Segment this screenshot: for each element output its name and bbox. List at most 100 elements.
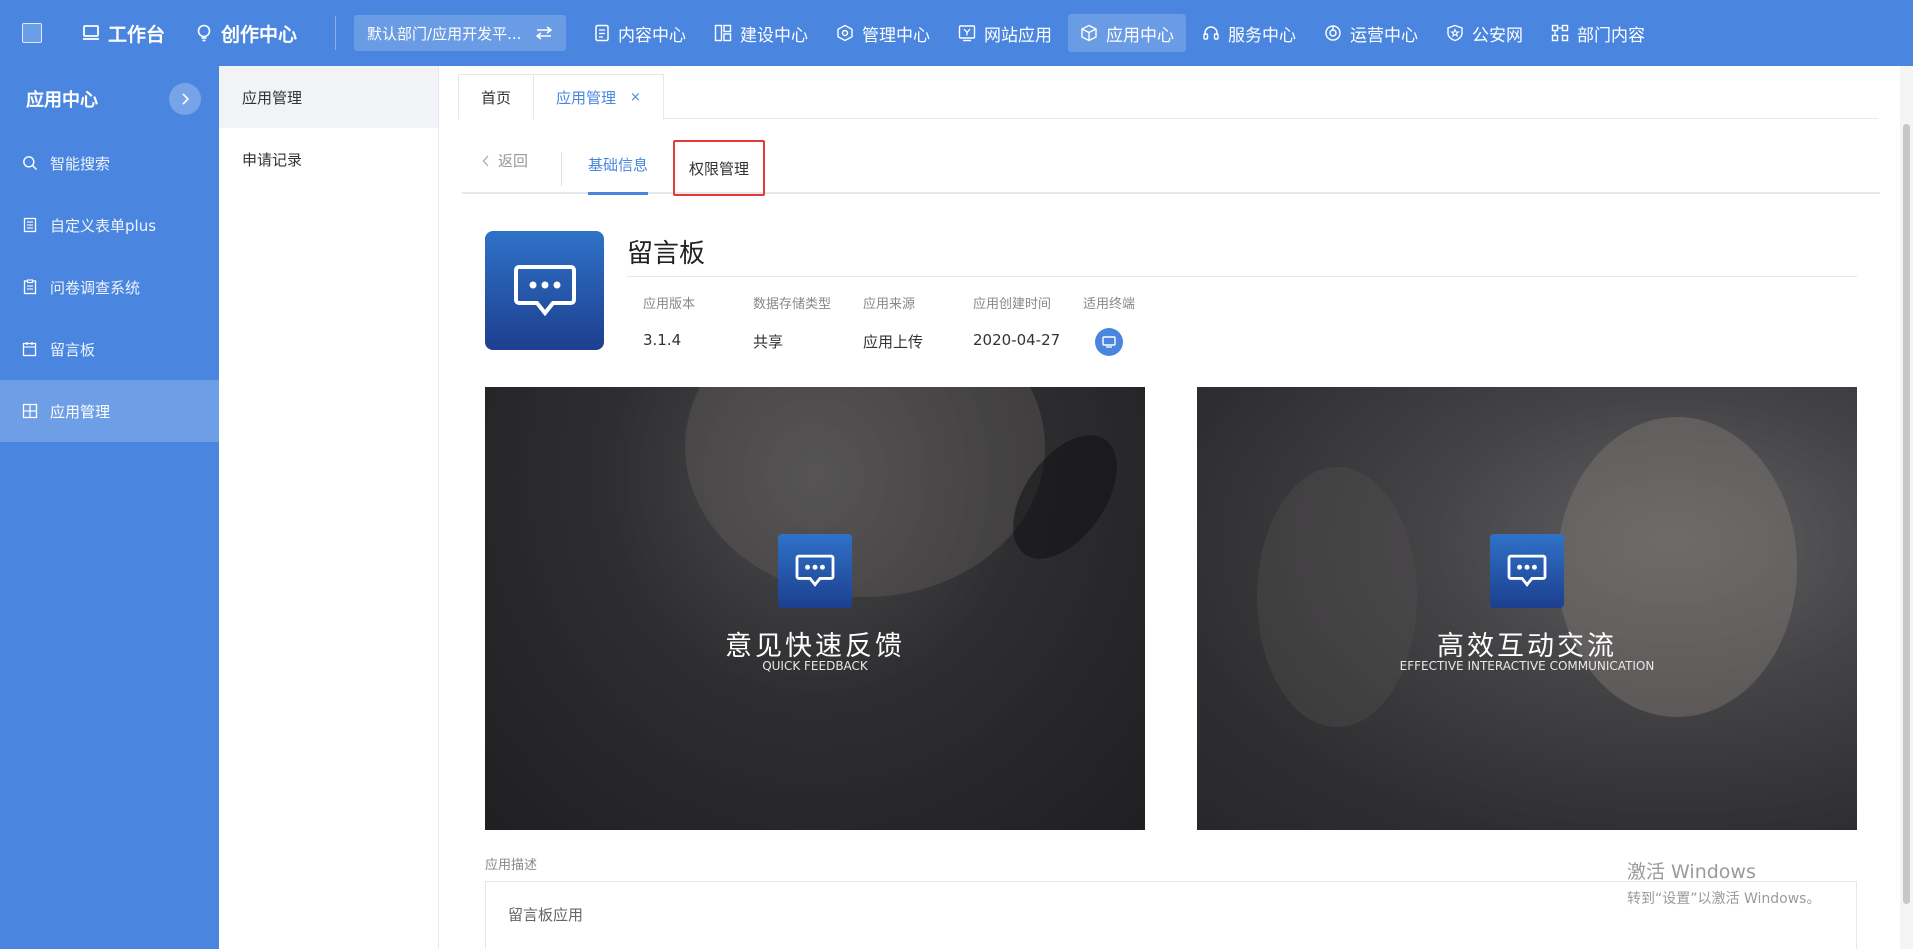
meta-value-source: 应用上传 xyxy=(863,333,924,351)
document-icon xyxy=(595,24,609,42)
subnav-application-records[interactable]: 申请记录 xyxy=(219,128,438,190)
meta-label-created: 应用创建时间 xyxy=(973,297,1052,312)
nav-department-content[interactable]: 部门内容 xyxy=(1539,14,1657,52)
chevron-right-icon xyxy=(182,93,190,105)
nav-app-center[interactable]: 应用中心 xyxy=(1068,14,1187,52)
secondary-sidebar: 应用管理 申请记录 xyxy=(219,66,439,949)
nav-label: 服务中心 xyxy=(1228,25,1297,46)
top-navigation-bar: 工作台 创作中心 默认部门/应用开发平... 内容中心 建设中心 管理中心 网站… xyxy=(0,0,1913,66)
operation-icon xyxy=(1325,25,1341,41)
banner-overlay xyxy=(485,387,1145,830)
creation-center-button[interactable]: 创作中心 xyxy=(195,20,297,47)
feature-banner-feedback: 意见快速反馈 QUICK FEEDBACK xyxy=(485,387,1145,830)
tab-app-management[interactable]: 应用管理 × xyxy=(534,74,664,120)
nav-label: 运营中心 xyxy=(1350,25,1419,46)
watermark-line2: 转到“设置”以激活 Windows。 xyxy=(1627,891,1821,907)
shield-star-icon xyxy=(1447,24,1463,42)
form-icon xyxy=(23,217,37,233)
windows-activation-watermark: 激活 Windows 转到“设置”以激活 Windows。 xyxy=(1627,857,1820,908)
sidebar-item-label: 问卷调查系统 xyxy=(50,278,141,297)
layout-icon xyxy=(714,24,732,42)
meta-value-version: 3.1.4 xyxy=(643,331,682,349)
nav-label: 公安网 xyxy=(1472,25,1524,46)
search-icon xyxy=(23,156,37,170)
nav-label: 应用中心 xyxy=(1106,25,1175,46)
app-name-underline xyxy=(627,276,1857,277)
banner-app-icon xyxy=(778,534,852,608)
logo-image[interactable] xyxy=(22,23,42,43)
banner-title: 高效互动交流 xyxy=(1437,631,1617,662)
meta-value-created: 2020-04-27 xyxy=(973,331,1061,349)
meta-label-source: 应用来源 xyxy=(863,297,916,312)
department-select[interactable]: 默认部门/应用开发平... xyxy=(354,15,567,51)
banner-overlay xyxy=(1197,387,1857,830)
banner-title: 意见快速反馈 xyxy=(725,631,905,662)
tab-basic-info[interactable]: 基础信息 xyxy=(588,136,649,195)
sidebar-item-app-management[interactable]: 应用管理 xyxy=(0,380,219,442)
nav-label: 内容中心 xyxy=(618,25,687,46)
sidebar-item-label: 留言板 xyxy=(50,340,96,359)
tab-home[interactable]: 首页 xyxy=(458,74,535,119)
description-label: 应用描述 xyxy=(485,858,538,873)
detail-subtabs: 返回 基础信息 权限管理 xyxy=(462,136,1880,196)
meta-label-storage-type: 数据存储类型 xyxy=(753,297,832,312)
tab-label: 应用管理 xyxy=(556,89,617,107)
nav-content-center[interactable]: 内容中心 xyxy=(582,14,698,52)
sidebar-item-label: 智能搜索 xyxy=(50,154,111,173)
swap-icon xyxy=(535,26,553,40)
main-content: 首页 应用管理 × 返回 基础信息 权限管理 留言板 应用版本 数据存储类型 应… xyxy=(440,66,1900,949)
sidebar-toggle-button[interactable] xyxy=(169,83,201,115)
grid-icon xyxy=(22,403,38,419)
chevron-left-icon xyxy=(482,155,489,166)
nav-police-network[interactable]: 公安网 xyxy=(1434,14,1535,52)
banner-subtitle: QUICK FEEDBACK xyxy=(762,659,868,673)
back-button[interactable]: 返回 xyxy=(482,150,528,171)
subtab-divider xyxy=(561,152,562,186)
department-label: 默认部门/应用开发平... xyxy=(367,24,522,43)
meta-label-version: 应用版本 xyxy=(643,297,696,312)
tab-permission-management[interactable]: 权限管理 xyxy=(673,140,766,196)
sidebar-item-label: 自定义表单plus xyxy=(50,216,157,235)
back-label: 返回 xyxy=(498,152,529,170)
banner-app-icon xyxy=(1490,534,1564,608)
nav-construction-center[interactable]: 建设中心 xyxy=(702,14,820,52)
nav-operation-center[interactable]: 运营中心 xyxy=(1312,14,1430,52)
topbar-divider xyxy=(335,16,337,50)
nav-label: 部门内容 xyxy=(1577,25,1646,46)
description-value: 留言板应用 xyxy=(508,906,584,924)
nav-website-apps[interactable]: 网站应用 xyxy=(946,14,1064,52)
sidebar-item-message-board[interactable]: 留言板 xyxy=(0,318,219,380)
nav-label: 网站应用 xyxy=(984,25,1053,46)
sidebar-item-smart-search[interactable]: 智能搜索 xyxy=(0,132,219,194)
feature-banner-communication: 高效互动交流 EFFECTIVE INTERACTIVE COMMUNICATI… xyxy=(1197,387,1857,830)
website-icon xyxy=(958,25,976,42)
page-scrollbar-thumb[interactable] xyxy=(1903,124,1910,904)
nav-service-center[interactable]: 服务中心 xyxy=(1190,14,1308,52)
creation-center-label: 创作中心 xyxy=(221,23,298,46)
sidebar-header: 应用中心 xyxy=(0,66,219,132)
nav-label: 管理中心 xyxy=(862,25,931,46)
chat-bubble-icon xyxy=(1507,554,1547,587)
sidebar-item-label: 应用管理 xyxy=(50,402,111,421)
sidebar-title: 应用中心 xyxy=(26,90,98,111)
hexagon-icon xyxy=(837,24,853,42)
sidebar-item-custom-form[interactable]: 自定义表单plus xyxy=(0,194,219,256)
app-icon xyxy=(485,231,604,350)
workbench-button[interactable]: 工作台 xyxy=(82,20,165,47)
monitor-icon xyxy=(83,25,99,40)
lightbulb-icon xyxy=(197,24,211,42)
sidebar-item-survey[interactable]: 问卷调查系统 xyxy=(0,256,219,318)
chat-bubble-icon xyxy=(513,264,576,316)
clipboard-icon xyxy=(23,279,37,295)
nav-management-center[interactable]: 管理中心 xyxy=(824,14,942,52)
calendar-edit-icon xyxy=(22,342,37,357)
tab-close-icon[interactable]: × xyxy=(630,90,641,105)
monitor-icon xyxy=(1102,336,1116,348)
watermark-line1: 激活 Windows xyxy=(1627,861,1756,883)
headset-icon xyxy=(1203,26,1219,40)
subnav-app-management[interactable]: 应用管理 xyxy=(219,66,438,128)
workbench-label: 工作台 xyxy=(108,23,166,46)
app-name: 留言板 xyxy=(627,239,706,269)
meta-value-storage-type: 共享 xyxy=(753,333,784,351)
pc-terminal-icon xyxy=(1095,328,1123,356)
